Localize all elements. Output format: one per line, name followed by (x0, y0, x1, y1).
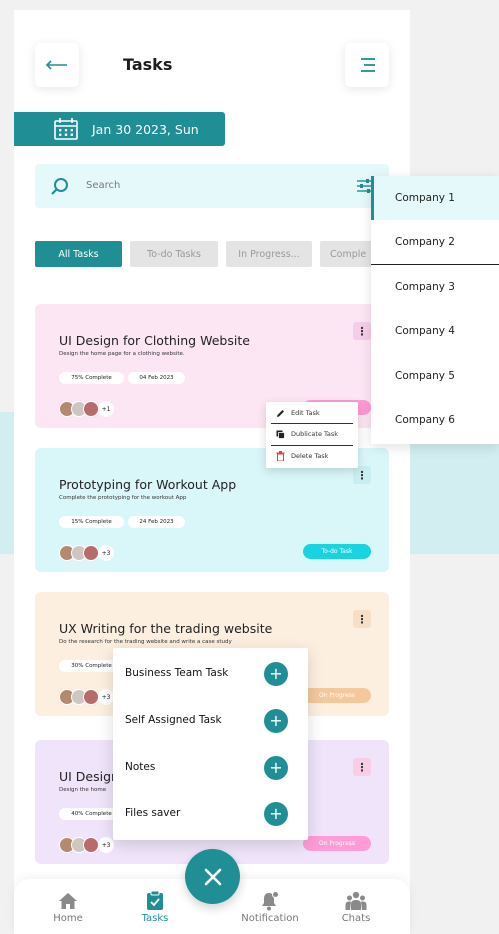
more-vertical-icon[interactable]: ⋮ (353, 758, 371, 776)
hamburger-icon (361, 58, 375, 72)
nav-notification[interactable]: Notification (235, 891, 305, 931)
quick-add-label: Self Assigned Task (125, 714, 222, 726)
arrow-left-icon (45, 60, 67, 70)
status-badge: To-do Task (303, 544, 371, 559)
task-description: Complete the prototyping for the workout… (59, 495, 187, 501)
users-icon (345, 891, 367, 910)
plus-icon[interactable]: + (264, 709, 288, 733)
nav-chats[interactable]: Chats (321, 891, 391, 931)
more-vertical-icon[interactable]: ⋮ (353, 322, 371, 340)
date-selector[interactable]: Jan 30 2023, Sun (14, 112, 225, 146)
more-members-count: +3 (98, 545, 114, 561)
quick-add-business-team-task[interactable]: Business Team Task + (113, 658, 308, 688)
avatar (83, 401, 99, 417)
back-button[interactable] (35, 43, 79, 87)
quick-add-self-assigned-task[interactable]: Self Assigned Task + (113, 705, 308, 735)
quick-add-label: Business Team Task (125, 667, 229, 679)
member-avatars: +3 (59, 545, 119, 561)
task-context-menu: Edit Task Dublicate Task Delete Task (266, 402, 358, 468)
nav-label: Home (53, 913, 83, 924)
due-date-badge: 24 Feb 2023 (128, 516, 185, 528)
quick-add-notes[interactable]: Notes + (113, 752, 308, 782)
page-title: Tasks (123, 55, 173, 74)
more-vertical-icon[interactable]: ⋮ (353, 466, 371, 484)
company-option[interactable]: Company 6 (371, 398, 499, 442)
close-fab-button[interactable] (185, 849, 240, 904)
nav-home[interactable]: Home (33, 891, 103, 931)
company-option[interactable]: Company 3 (371, 265, 499, 309)
due-date-badge: 04 Feb 2023 (128, 372, 185, 384)
quick-add-label: Files saver (125, 807, 181, 819)
nav-label: Chats (341, 913, 371, 924)
task-title: UI Design (59, 769, 119, 784)
menu-item-edit-task[interactable]: Edit Task (266, 403, 358, 423)
task-title: UI Design for Clothing Website (59, 333, 250, 348)
task-description: Design the home (59, 787, 107, 793)
calendar-icon (54, 118, 78, 140)
more-vertical-icon[interactable]: ⋮ (353, 610, 371, 628)
bell-icon (262, 891, 279, 911)
clipboard-check-icon (147, 891, 163, 910)
company-option[interactable]: Company 2 (371, 220, 499, 264)
nav-label: Tasks (141, 913, 169, 924)
plus-icon[interactable]: + (264, 802, 288, 826)
pencil-icon (276, 409, 285, 418)
search-icon (51, 178, 68, 195)
quick-add-panel: Business Team Task + Self Assigned Task … (113, 648, 308, 840)
progress-badge: 75% Complete (59, 372, 124, 384)
close-icon (204, 868, 221, 885)
plus-icon[interactable]: + (264, 662, 288, 686)
quick-add-files-saver[interactable]: Files saver + (113, 798, 308, 828)
search-bar[interactable]: Search (35, 164, 389, 208)
tab-all-tasks[interactable]: All Tasks (35, 241, 122, 267)
menu-item-label: Edit Task (291, 409, 320, 417)
quick-add-label: Notes (125, 761, 156, 773)
menu-item-duplicate-task[interactable]: Dublicate Task (266, 424, 358, 444)
company-option[interactable]: Company 4 (371, 309, 499, 353)
status-badge: On Progress (303, 836, 371, 851)
member-avatars: +1 (59, 401, 119, 417)
more-members-count: +3 (98, 837, 114, 853)
menu-item-label: Delete Task (291, 452, 329, 460)
date-label: Jan 30 2023, Sun (92, 121, 199, 137)
search-input[interactable]: Search (86, 180, 120, 191)
task-title: UX Writing for the trading website (59, 621, 273, 636)
company-dropdown: Company 1 Company 2 Company 3 Company 4 … (371, 176, 499, 444)
trash-icon (276, 451, 285, 461)
progress-badge: 15% Complete (59, 516, 124, 528)
plus-icon[interactable]: + (264, 756, 288, 780)
menu-item-label: Dublicate Task (291, 430, 339, 438)
nav-tasks[interactable]: Tasks (120, 891, 190, 931)
menu-item-delete-task[interactable]: Delete Task (266, 446, 358, 466)
copy-icon (276, 430, 285, 439)
company-option[interactable]: Company 5 (371, 354, 499, 398)
tab-completed[interactable]: Comple (320, 241, 376, 267)
member-avatars: +3 (59, 689, 119, 705)
task-title: Prototyping for Workout App (59, 477, 237, 492)
task-description: Do the research for the trading website … (59, 639, 232, 645)
status-badge: On Progress (303, 688, 371, 703)
more-members-count: +1 (98, 401, 114, 417)
nav-label: Notification (241, 913, 299, 924)
home-icon (59, 893, 77, 909)
menu-button[interactable] (345, 43, 389, 87)
avatar (83, 545, 99, 561)
company-option[interactable]: Company 1 (371, 176, 499, 220)
task-description: Design the home page for a clothing webs… (59, 351, 185, 357)
member-avatars: +3 (59, 837, 119, 853)
more-members-count: +3 (98, 689, 114, 705)
tab-todo-tasks[interactable]: To-do Tasks (130, 241, 218, 267)
avatar (83, 689, 99, 705)
avatar (83, 837, 99, 853)
tab-in-progress[interactable]: In Progress... (226, 241, 312, 267)
